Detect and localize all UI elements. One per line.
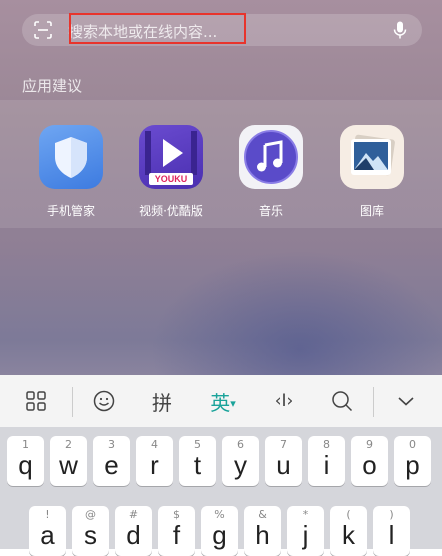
search-icon[interactable] <box>322 375 362 427</box>
video-play-icon: YOUKU <box>139 125 203 189</box>
app-label: 图库 <box>359 204 384 218</box>
microphone-icon[interactable] <box>390 20 410 40</box>
chevron-down-icon[interactable] <box>386 375 426 427</box>
app-youku-video[interactable]: YOUKU 视频·优酷版 <box>126 125 216 219</box>
app-label: 视频·优酷版 <box>139 204 203 218</box>
english-dropdown-icon: ▾ <box>230 396 236 410</box>
app-music[interactable]: 音乐 <box>226 125 316 219</box>
english-label: 英 <box>210 390 231 415</box>
emoji-icon[interactable] <box>84 375 124 427</box>
app-label: 手机管家 <box>46 204 95 218</box>
key-p[interactable]: 0p <box>394 436 431 486</box>
key-e[interactable]: 3e <box>93 436 130 486</box>
shield-icon <box>39 125 103 189</box>
section-title-app-suggestions: 应用建议 <box>22 77 83 95</box>
app-gallery[interactable]: 图库 <box>327 125 417 219</box>
music-note-icon <box>239 125 303 189</box>
key-o[interactable]: 9o <box>351 436 388 486</box>
toolbar-divider <box>373 387 374 417</box>
scan-icon[interactable] <box>34 21 52 39</box>
app-label: 音乐 <box>258 204 283 218</box>
grid-menu-icon[interactable] <box>16 375 56 427</box>
cursor-move-button[interactable]: ‹I› <box>262 375 306 427</box>
key-r[interactable]: 4r <box>136 436 173 486</box>
gallery-icon <box>340 125 404 189</box>
keyboard-toolbar: 拼 英 ▾ ‹I› <box>0 375 442 427</box>
keyboard: 1q 2w 3e 4r 5t 6y 7u 8i 9o 0p ! a @ s # d $… <box>0 427 442 556</box>
key-w[interactable]: 2w <box>50 436 87 486</box>
youku-badge-text: YOUKU <box>154 174 188 184</box>
english-input-button[interactable]: 英 ▾ <box>200 375 246 427</box>
pinyin-input-button[interactable]: 拼 <box>142 375 182 427</box>
annotation-highlight-box <box>69 13 246 44</box>
toolbar-divider <box>72 387 73 417</box>
key-q[interactable]: 1q <box>7 436 44 486</box>
key-u[interactable]: 7u <box>265 436 302 486</box>
key-y[interactable]: 6y <box>222 436 259 486</box>
app-phone-manager[interactable]: 手机管家 <box>26 125 116 219</box>
key-t[interactable]: 5t <box>179 436 216 486</box>
key-i[interactable]: 8i <box>308 436 345 486</box>
